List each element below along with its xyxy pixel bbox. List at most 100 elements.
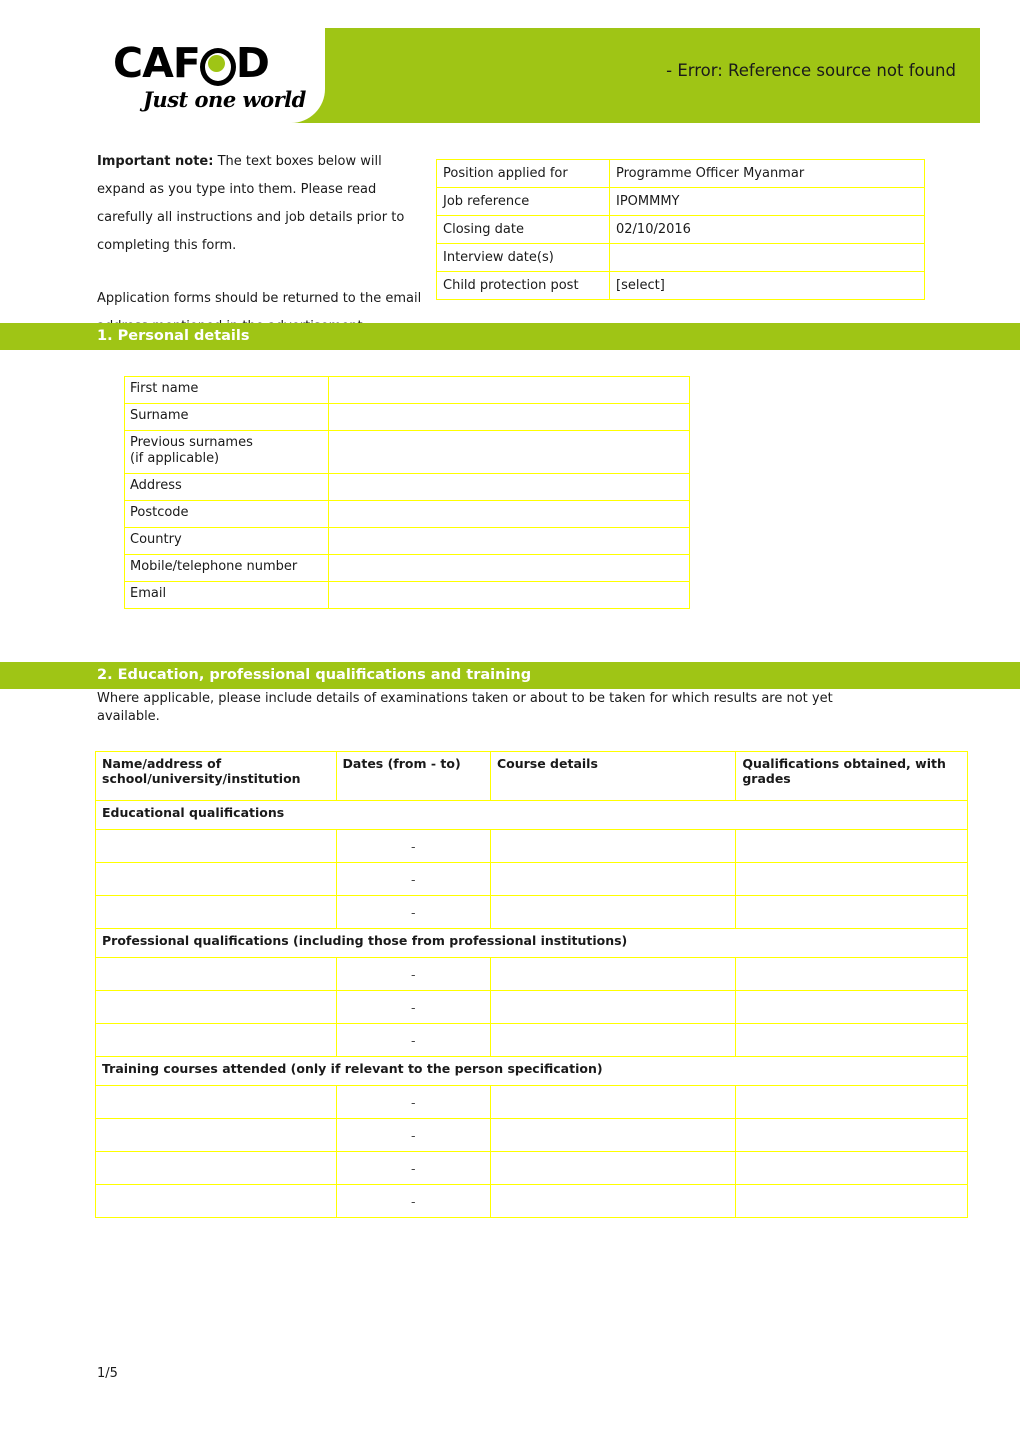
education-course-cell[interactable] — [489, 1184, 737, 1218]
education-course-cell[interactable] — [489, 1085, 737, 1119]
personal-field-input[interactable] — [328, 500, 690, 528]
education-institution-cell[interactable] — [95, 1085, 337, 1119]
education-course-cell[interactable] — [489, 895, 737, 929]
education-institution-cell[interactable] — [95, 895, 337, 929]
education-qualifications-cell[interactable] — [735, 1085, 968, 1119]
education-group-heading-row: Training courses attended (only if relev… — [95, 1056, 968, 1086]
section2-title: 2. Education, professional qualification… — [97, 667, 532, 683]
logo-word-part2: D — [235, 39, 270, 87]
education-dates-cell[interactable]: - — [335, 1151, 491, 1185]
personal-details-table-body: First name Surname Previous surnames (if a… — [123, 376, 690, 609]
job-info-value[interactable]: IPOMMMY — [609, 187, 925, 216]
logo-o-dot — [207, 55, 225, 72]
personal-details-table: First name Surname Previous surnames (if a… — [123, 376, 690, 609]
personal-field-input[interactable] — [328, 430, 690, 474]
job-info-table-body: Position applied for Programme Officer My… — [436, 159, 925, 300]
education-data-row: - — [95, 862, 968, 896]
personal-details-row: Address — [123, 473, 690, 501]
intro-note-label: Important note: — [97, 154, 214, 169]
education-institution-cell[interactable] — [95, 829, 337, 863]
personal-field-input[interactable] — [328, 581, 690, 609]
education-column-header: Course details — [489, 751, 737, 801]
education-institution-cell[interactable] — [95, 990, 337, 1024]
education-dates-cell[interactable]: - — [335, 1023, 491, 1057]
education-course-cell[interactable] — [489, 829, 737, 863]
education-institution-cell[interactable] — [95, 1184, 337, 1218]
education-group-heading-row: Professional qualifications (including t… — [95, 928, 968, 958]
education-dates-cell[interactable]: - — [335, 1085, 491, 1119]
education-dates-cell[interactable]: - — [335, 957, 491, 991]
education-institution-cell[interactable] — [95, 862, 337, 896]
education-group-heading: Educational qualifications — [95, 800, 968, 830]
job-info-row: Child protection post [select] — [436, 271, 925, 300]
job-info-label: Interview date(s) — [436, 243, 610, 272]
education-course-cell[interactable] — [489, 1118, 737, 1152]
education-qualifications-cell[interactable] — [735, 829, 968, 863]
education-qualifications-cell[interactable] — [735, 862, 968, 896]
education-qualifications-cell[interactable] — [735, 895, 968, 929]
education-dates-cell[interactable]: - — [335, 895, 491, 929]
education-institution-cell[interactable] — [95, 1151, 337, 1185]
education-course-cell[interactable] — [489, 957, 737, 991]
job-info-label: Job reference — [436, 187, 610, 216]
personal-field-input[interactable] — [328, 376, 690, 404]
education-dates-cell[interactable]: - — [335, 1118, 491, 1152]
education-institution-cell[interactable] — [95, 1118, 337, 1152]
job-info-value[interactable]: [select] — [609, 271, 925, 300]
education-dates-cell[interactable]: - — [335, 829, 491, 863]
job-info-label: Position applied for — [436, 159, 610, 188]
page-number: 1/5 — [97, 1366, 118, 1381]
logo-word-part1: CAF — [113, 39, 201, 87]
job-info-value[interactable]: Programme Officer Myanmar — [609, 159, 925, 188]
education-dates-cell[interactable]: - — [335, 1184, 491, 1218]
personal-field-label: Previous surnames (if applicable) — [123, 430, 330, 474]
logo-o-icon — [199, 42, 236, 86]
education-course-cell[interactable] — [489, 1151, 737, 1185]
education-qualifications-cell[interactable] — [735, 1151, 968, 1185]
education-column-header: Qualifications obtained, with grades — [735, 751, 968, 801]
education-qualifications-cell[interactable] — [735, 957, 968, 991]
job-info-row: Closing date 02/10/2016 — [436, 215, 925, 244]
intro-note-paragraph: Important note: The text boxes below wil… — [97, 148, 427, 260]
education-dates-cell[interactable]: - — [335, 862, 491, 896]
personal-field-input[interactable] — [328, 554, 690, 582]
education-institution-cell[interactable] — [95, 957, 337, 991]
education-qualifications-cell[interactable] — [735, 990, 968, 1024]
education-group-heading: Training courses attended (only if relev… — [95, 1056, 968, 1086]
education-course-cell[interactable] — [489, 990, 737, 1024]
job-info-row: Position applied for Programme Officer My… — [436, 159, 925, 188]
logo-wordmark: CAF D — [113, 42, 313, 86]
job-info-value[interactable] — [609, 243, 925, 272]
personal-details-row: Email — [123, 581, 690, 609]
personal-details-row: Postcode — [123, 500, 690, 528]
education-qualifications-cell[interactable] — [735, 1118, 968, 1152]
education-course-cell[interactable] — [489, 1023, 737, 1057]
personal-field-label: Address — [123, 473, 330, 501]
education-column-header: Name/address of school/university/instit… — [95, 751, 337, 801]
job-info-value[interactable]: 02/10/2016 — [609, 215, 925, 244]
education-dates-cell[interactable]: - — [335, 990, 491, 1024]
job-info-row: Job reference IPOMMMY — [436, 187, 925, 216]
cafod-logo: CAF D Just one world — [113, 42, 313, 116]
section1-title: 1. Personal details — [97, 328, 250, 344]
personal-field-label: Mobile/telephone number — [123, 554, 330, 582]
education-qualifications-cell[interactable] — [735, 1184, 968, 1218]
education-group-heading: Professional qualifications (including t… — [95, 928, 968, 958]
logo-white-block: CAF D Just one world — [55, 28, 325, 123]
education-course-cell[interactable] — [489, 862, 737, 896]
personal-field-input[interactable] — [328, 527, 690, 555]
personal-field-label: First name — [123, 376, 330, 404]
education-institution-cell[interactable] — [95, 1023, 337, 1057]
education-data-row: - — [95, 1184, 968, 1218]
personal-field-input[interactable] — [328, 473, 690, 501]
education-table: Name/address of school/university/instit… — [95, 751, 968, 1218]
personal-field-input[interactable] — [328, 403, 690, 431]
education-data-row: - — [95, 1023, 968, 1057]
education-data-row: - — [95, 1151, 968, 1185]
personal-field-label: Postcode — [123, 500, 330, 528]
education-header-row: Name/address of school/university/instit… — [95, 751, 968, 801]
section-bar-education: 2. Education, professional qualification… — [0, 662, 1020, 689]
education-data-row: - — [95, 957, 968, 991]
education-qualifications-cell[interactable] — [735, 1023, 968, 1057]
education-column-header: Dates (from - to) — [335, 751, 491, 801]
